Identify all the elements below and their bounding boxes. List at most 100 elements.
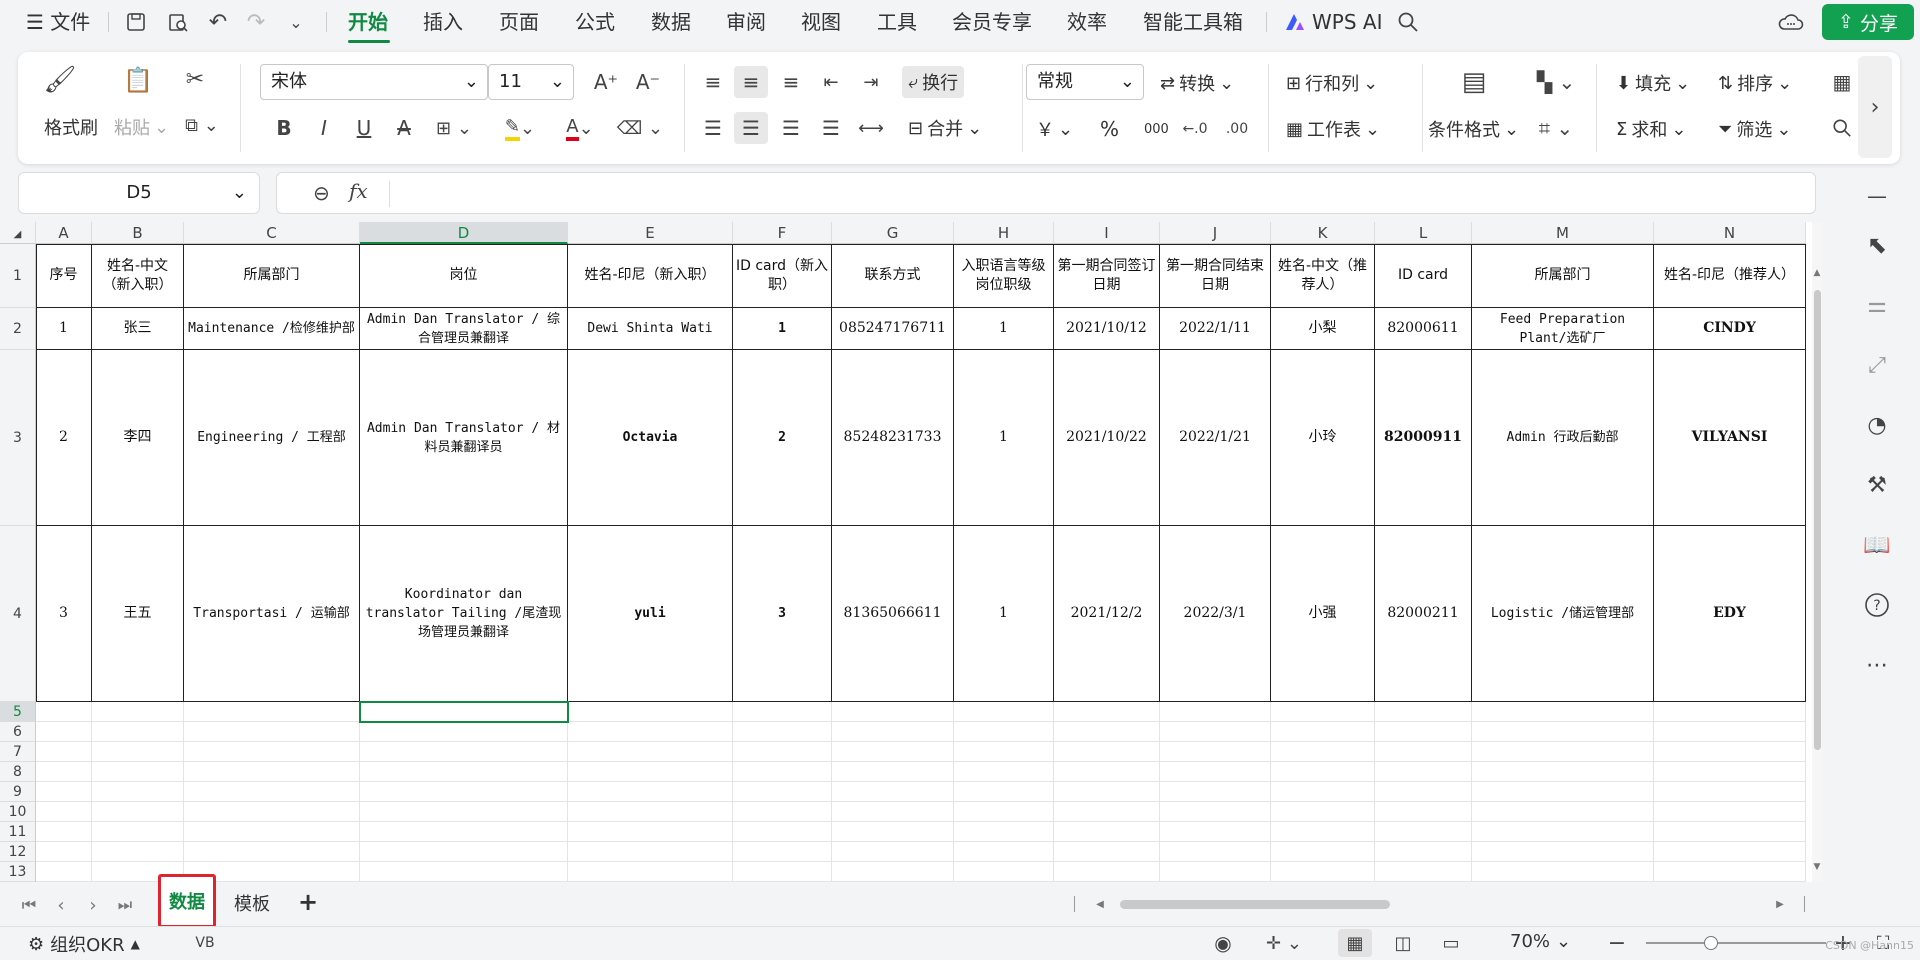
normal-view-icon[interactable]: ▦ [1338,929,1372,957]
table-cell[interactable]: 1 [733,308,832,350]
fill-color-icon[interactable]: ✎ ⌄ [492,112,548,144]
settings-slider-icon[interactable]: ⚌ [1860,288,1894,322]
column-header-d[interactable]: D [360,222,568,244]
tab-tools[interactable]: 工具 [877,0,917,44]
table-cell[interactable]: 2 [733,350,832,526]
justify-icon[interactable]: ☰ [814,112,848,144]
table-cell[interactable]: 2021/10/12 [1054,308,1160,350]
fx-icon[interactable]: fx [349,179,368,203]
column-header-g[interactable]: G [832,222,954,244]
bold-icon[interactable]: B [268,112,300,144]
table-cell[interactable]: 82000911 [1375,350,1472,526]
spreadsheet-grid[interactable]: ◢ A B C D E F G H I J K L M N 1 2 3 4 5 6 7 8 9 10 11 12 13 序号 姓名-中文… [0,222,1822,882]
fill-button[interactable]: ⬇ 填充 ⌄ [1616,68,1690,98]
table-cell[interactable]: 2021/10/22 [1054,350,1160,526]
table-cell[interactable]: Feed Preparation Plant/选矿厂 [1472,308,1654,350]
column-header-n[interactable]: N [1654,222,1806,244]
sum-button[interactable]: Σ 求和 ⌄ [1616,114,1686,144]
vertical-scrollbar[interactable]: ▲ ▼ [1812,222,1822,882]
column-header-i[interactable]: I [1054,222,1160,244]
tab-data[interactable]: 数据 [651,0,691,44]
crosshair-icon[interactable]: ✛ ⌄ [1262,931,1306,955]
header-cell[interactable]: 序号 [36,244,92,308]
help-icon[interactable]: ? [1860,588,1894,622]
save-icon[interactable] [122,8,150,36]
percent-button[interactable]: % [1100,114,1119,144]
align-middle-icon[interactable]: ≡ [734,66,768,98]
column-header-b[interactable]: B [92,222,184,244]
table-cell[interactable]: 小梨 [1271,308,1375,350]
tab-review[interactable]: 审阅 [726,0,766,44]
table-cell[interactable]: 2022/1/21 [1160,350,1271,526]
currency-button[interactable]: ￥ ⌄ [1036,114,1073,144]
table-cell[interactable]: yuli [568,526,733,702]
redo-icon[interactable]: ↷ [242,8,270,36]
table-cell[interactable]: 85248231733 [832,350,954,526]
zoom-slider-knob[interactable] [1704,936,1719,950]
table-cell[interactable]: Maintenance /检修维护部 [184,308,360,350]
header-cell[interactable]: 入职语言等级岗位职级 [954,244,1054,308]
table-cell[interactable]: 1 [36,308,92,350]
table-cell[interactable]: 李四 [92,350,184,526]
undo-icon[interactable]: ↶ [204,8,232,36]
increase-decimal-icon[interactable]: .00 [1220,114,1254,144]
font-name-select[interactable]: 宋体 ⌄ [260,64,488,100]
selected-cell[interactable] [359,701,569,723]
table-cell[interactable]: 81365066611 [832,526,954,702]
header-cell[interactable]: 所属部门 [184,244,360,308]
sheet-tab-template[interactable]: 模板 [234,890,270,920]
tab-smart-toolbox[interactable]: 智能工具箱 [1143,0,1243,44]
zoom-formula-icon[interactable]: ⊖ [313,181,330,205]
cell-style-icon[interactable]: ▚ ⌄ [1532,66,1580,98]
search-icon[interactable] [1394,8,1422,36]
table-cell[interactable]: 1 [954,526,1054,702]
tab-efficiency[interactable]: 效率 [1067,0,1107,44]
first-sheet-icon[interactable]: ⏮ [16,892,42,918]
header-cell[interactable]: 第一期合同结束日期 [1160,244,1271,308]
wrap-text-button[interactable]: ⤶ 换行 [902,66,965,98]
header-cell[interactable]: 姓名-中文（新入职） [92,244,184,308]
decrease-decimal-icon[interactable]: ←.0 [1178,114,1212,144]
column-header-k[interactable]: K [1271,222,1375,244]
horizontal-scrollbar[interactable] [1116,898,1772,910]
tab-member[interactable]: 会员专享 [952,0,1032,44]
table-cell[interactable]: 82000611 [1375,308,1472,350]
scroll-left-icon[interactable]: ◀ [1090,894,1110,914]
file-menu[interactable]: ☰ 文件 [26,0,90,44]
print-preview-icon[interactable] [164,8,192,36]
table-cell[interactable]: 085247176711 [832,308,954,350]
table-cell[interactable]: Koordinator dan translator Tailing /尾渣现场… [360,526,568,702]
scroll-up-icon[interactable]: ▲ [1812,268,1822,278]
table-cell[interactable]: 小玲 [1271,350,1375,526]
table-cell[interactable]: 82000211 [1375,526,1472,702]
decrease-indent-icon[interactable]: ⇤ [814,66,848,98]
table-cell[interactable]: Logistic /储运管理部 [1472,526,1654,702]
scroll-down-icon[interactable]: ▼ [1812,862,1822,872]
conditional-format-button[interactable]: 条件格式 ⌄ [1428,114,1519,144]
rows-cols-button[interactable]: ⊞ 行和列 ⌄ [1286,68,1378,98]
tab-view[interactable]: 视图 [801,0,841,44]
align-right-icon[interactable]: ☰ [774,112,808,144]
format-painter-label[interactable]: 格式刷 [44,114,98,140]
column-header-a[interactable]: A [36,222,92,244]
border-icon[interactable]: ⊞ ⌄ [432,112,476,144]
merge-cells-button[interactable]: ⊟ 合并 ⌄ [908,112,982,144]
header-cell[interactable]: 姓名-印尼（推荐人） [1654,244,1806,308]
freeze-icon[interactable]: ⌗ ⌄ [1532,112,1580,144]
name-box[interactable]: D5 ⌄ [18,172,260,214]
cut-icon[interactable]: ✂ [178,64,212,94]
header-cell[interactable]: 第一期合同签订日期 [1054,244,1160,308]
distribute-icon[interactable]: ⟷ [854,112,888,144]
add-sheet-button[interactable]: + [298,888,318,916]
share-button[interactable]: ⇪ 分享 [1822,4,1914,40]
row-header-10[interactable]: 10 [0,802,36,822]
prev-sheet-icon[interactable]: ‹ [48,892,74,918]
strikethrough-icon[interactable]: A [388,112,420,144]
header-cell[interactable]: 岗位 [360,244,568,308]
header-cell[interactable]: 联系方式 [832,244,954,308]
worksheet-button[interactable]: ▦ 工作表 ⌄ [1286,114,1380,144]
find-icon[interactable] [1826,112,1858,144]
zoom-slider[interactable] [1646,936,1826,950]
last-sheet-icon[interactable]: ⏭ [112,892,138,918]
thousands-button[interactable]: 000 [1144,114,1169,144]
